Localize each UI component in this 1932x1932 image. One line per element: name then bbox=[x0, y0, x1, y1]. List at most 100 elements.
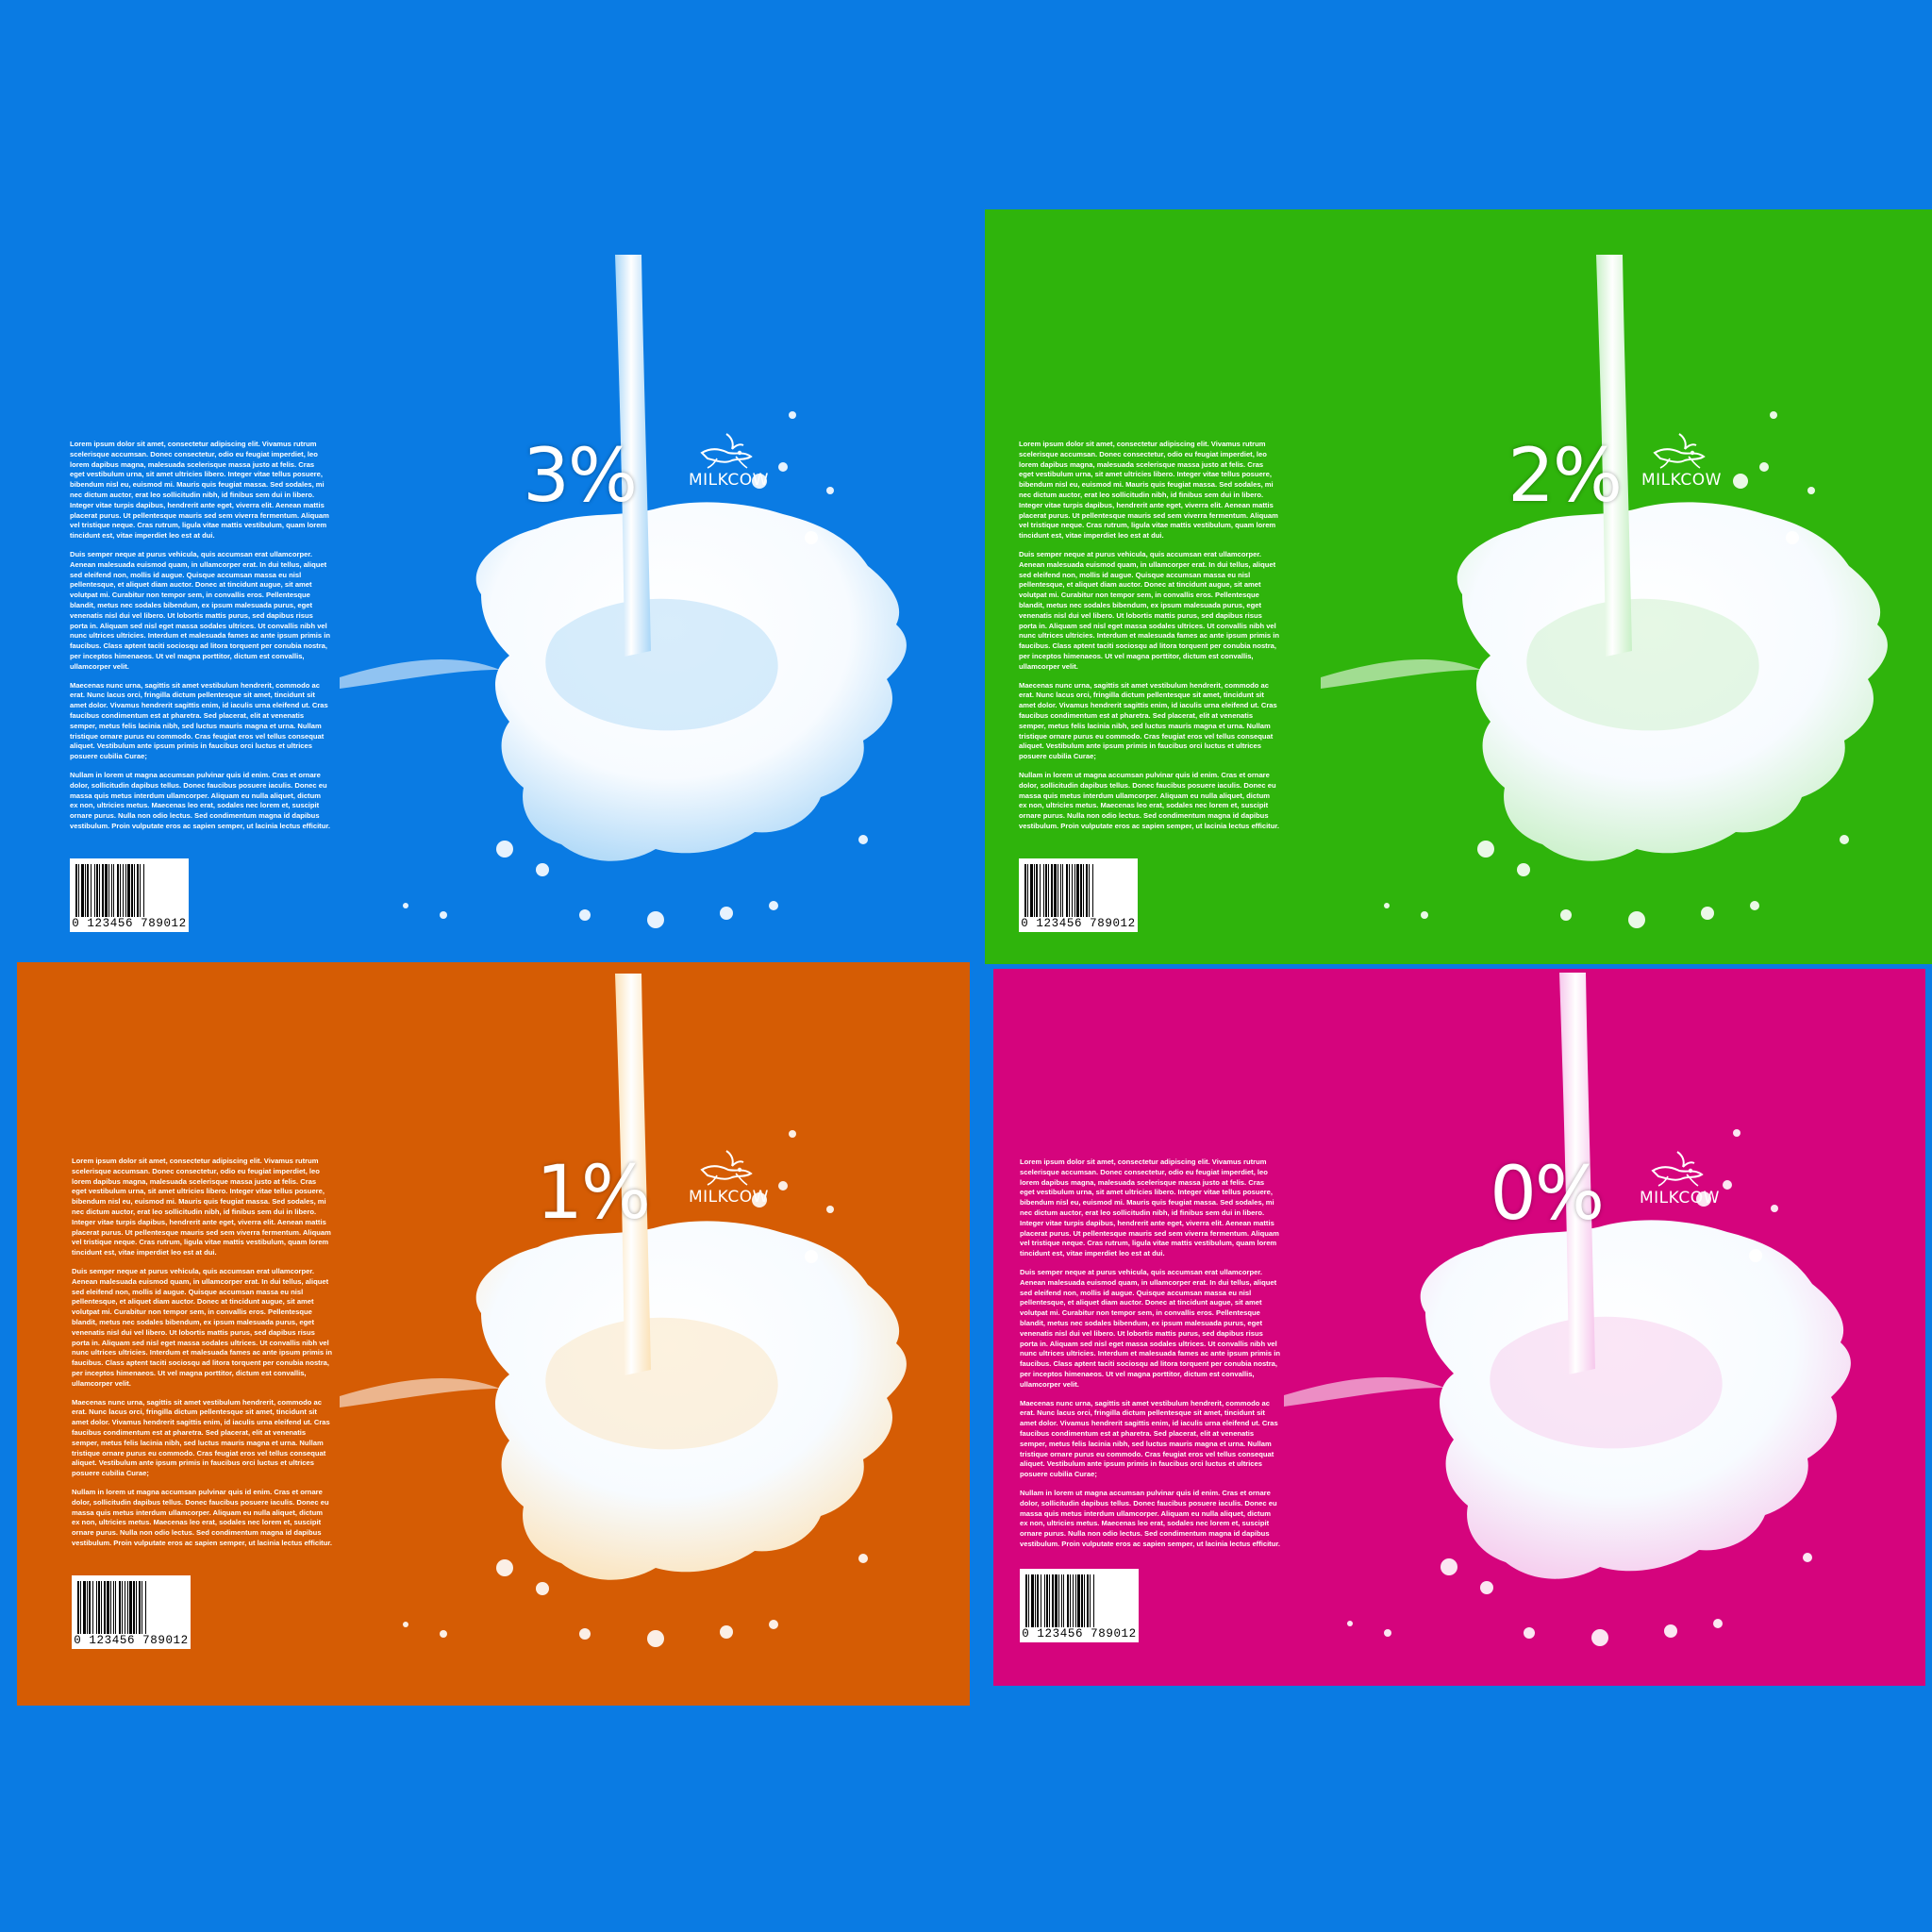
cow-icon bbox=[700, 1150, 753, 1186]
label-body-text: Lorem ipsum dolor sit amet, consectetur … bbox=[1019, 440, 1279, 841]
body-paragraph: Lorem ipsum dolor sit amet, consectetur … bbox=[70, 440, 329, 541]
milk-droplet bbox=[536, 1582, 549, 1595]
brand-name: MILKCOW bbox=[689, 471, 769, 490]
brand-name: MILKCOW bbox=[1641, 471, 1722, 490]
body-paragraph: Duis semper neque at purus vehicula, qui… bbox=[72, 1266, 332, 1388]
milk-droplet bbox=[1770, 411, 1777, 419]
fat-percentage: 2% bbox=[1507, 434, 1623, 519]
cow-icon bbox=[1653, 433, 1706, 469]
milk-droplet bbox=[536, 863, 549, 876]
milk-droplet bbox=[789, 1130, 796, 1138]
body-paragraph: Duis semper neque at purus vehicula, qui… bbox=[1019, 549, 1279, 671]
milk-droplet bbox=[579, 1628, 591, 1640]
milk-droplet bbox=[1701, 907, 1714, 920]
barcode-number: 0 123456 789012 bbox=[72, 917, 187, 930]
cow-icon bbox=[700, 433, 753, 469]
milk-droplet bbox=[647, 911, 664, 928]
milk-droplet bbox=[496, 1559, 513, 1576]
milk-droplet bbox=[440, 1630, 447, 1638]
milk-droplet bbox=[496, 841, 513, 858]
body-paragraph: Maecenas nunc urna, sagittis sit amet ve… bbox=[1020, 1398, 1278, 1479]
milk-droplet bbox=[403, 1622, 408, 1627]
milk-droplet bbox=[1480, 1581, 1493, 1594]
milk-droplet bbox=[805, 531, 818, 544]
milk-droplet bbox=[1628, 911, 1645, 928]
milk-splash-image bbox=[1321, 255, 1888, 928]
fat-percentage: 0% bbox=[1490, 1152, 1605, 1237]
brand-name: MILKCOW bbox=[689, 1188, 769, 1207]
body-paragraph: Duis semper neque at purus vehicula, qui… bbox=[1020, 1267, 1280, 1389]
brand-logo: MILKCOW bbox=[1640, 1146, 1730, 1207]
brand-logo: MILKCOW bbox=[689, 428, 779, 489]
label-panel-3-percent: Lorem ipsum dolor sit amet, consectetur … bbox=[0, 0, 981, 962]
milk-splash-image bbox=[340, 255, 907, 928]
body-paragraph: Nullam in lorem ut magna accumsan pulvin… bbox=[1020, 1488, 1280, 1548]
milk-droplet bbox=[826, 487, 834, 494]
brand-logo: MILKCOW bbox=[689, 1145, 779, 1206]
label-panel-0-percent: Lorem ipsum dolor sit amet, consectetur … bbox=[993, 969, 1925, 1686]
milk-droplet bbox=[778, 462, 788, 472]
barcode: 0 123456 789012 bbox=[1020, 1569, 1139, 1642]
body-paragraph: Lorem ipsum dolor sit amet, consectetur … bbox=[72, 1157, 331, 1257]
milk-droplet bbox=[1664, 1624, 1677, 1638]
barcode-bars bbox=[1025, 1574, 1094, 1627]
milk-droplet bbox=[1713, 1619, 1723, 1628]
milk-droplet bbox=[1807, 487, 1815, 494]
label-panel-1-percent: Lorem ipsum dolor sit amet, consectetur … bbox=[17, 962, 970, 1706]
body-paragraph: Nullam in lorem ut magna accumsan pulvin… bbox=[70, 770, 330, 830]
barcode-number: 0 123456 789012 bbox=[1021, 917, 1136, 930]
barcode-number: 0 123456 789012 bbox=[1022, 1627, 1137, 1641]
milk-spray bbox=[340, 658, 500, 689]
milk-droplet bbox=[1803, 1553, 1812, 1562]
milk-droplet bbox=[1733, 474, 1748, 489]
barcode: 0 123456 789012 bbox=[70, 858, 189, 932]
body-paragraph: Lorem ipsum dolor sit amet, consectetur … bbox=[1020, 1158, 1279, 1258]
milk-droplet bbox=[1759, 462, 1769, 472]
milk-droplet bbox=[769, 1620, 778, 1629]
milk-droplet bbox=[826, 1206, 834, 1213]
milk-droplet bbox=[858, 835, 868, 844]
label-body-text: Lorem ipsum dolor sit amet, consectetur … bbox=[1020, 1158, 1280, 1558]
milk-droplet bbox=[1591, 1629, 1608, 1646]
milk-droplet bbox=[579, 909, 591, 921]
body-paragraph: Maecenas nunc urna, sagittis sit amet ve… bbox=[72, 1397, 330, 1478]
milk-droplet bbox=[1384, 1629, 1391, 1637]
body-paragraph: Maecenas nunc urna, sagittis sit amet ve… bbox=[70, 680, 328, 761]
milk-droplet bbox=[1347, 1621, 1353, 1626]
fat-percentage: 3% bbox=[523, 434, 638, 519]
milk-droplet bbox=[720, 1625, 733, 1639]
barcode: 0 123456 789012 bbox=[72, 1575, 191, 1649]
barcode: 0 123456 789012 bbox=[1019, 858, 1138, 932]
cow-icon bbox=[1651, 1151, 1704, 1187]
milk-droplet bbox=[1517, 863, 1530, 876]
body-paragraph: Duis semper neque at purus vehicula, qui… bbox=[70, 549, 330, 671]
fat-percentage: 1% bbox=[536, 1151, 651, 1236]
milk-droplet bbox=[440, 911, 447, 919]
label-panel-2-percent: Lorem ipsum dolor sit amet, consectetur … bbox=[985, 209, 1932, 964]
body-paragraph: Lorem ipsum dolor sit amet, consectetur … bbox=[1019, 440, 1278, 541]
milk-droplet bbox=[1560, 909, 1572, 921]
milk-droplet bbox=[1771, 1205, 1778, 1212]
milk-droplet bbox=[1840, 835, 1849, 844]
milk-droplet bbox=[805, 1250, 818, 1263]
milk-droplet bbox=[1749, 1249, 1762, 1262]
milk-droplet bbox=[1524, 1627, 1535, 1639]
milk-droplet bbox=[1750, 901, 1759, 910]
milk-droplet bbox=[1477, 841, 1494, 858]
label-body-text: Lorem ipsum dolor sit amet, consectetur … bbox=[70, 440, 330, 841]
body-paragraph: Maecenas nunc urna, sagittis sit amet ve… bbox=[1019, 680, 1277, 761]
body-paragraph: Nullam in lorem ut magna accumsan pulvin… bbox=[72, 1487, 332, 1547]
barcode-bars bbox=[77, 1581, 146, 1634]
milk-splash-image bbox=[1284, 973, 1851, 1646]
milk-droplet bbox=[647, 1630, 664, 1647]
milk-droplet bbox=[769, 901, 778, 910]
brand-logo: MILKCOW bbox=[1641, 428, 1732, 489]
milk-droplet bbox=[1421, 911, 1428, 919]
milk-droplet bbox=[789, 411, 796, 419]
barcode-bars bbox=[1024, 864, 1093, 917]
barcode-number: 0 123456 789012 bbox=[74, 1634, 189, 1647]
milk-droplet bbox=[778, 1181, 788, 1191]
milk-droplet bbox=[403, 903, 408, 908]
milk-spray bbox=[340, 1377, 500, 1407]
milk-splash-image bbox=[340, 974, 907, 1647]
